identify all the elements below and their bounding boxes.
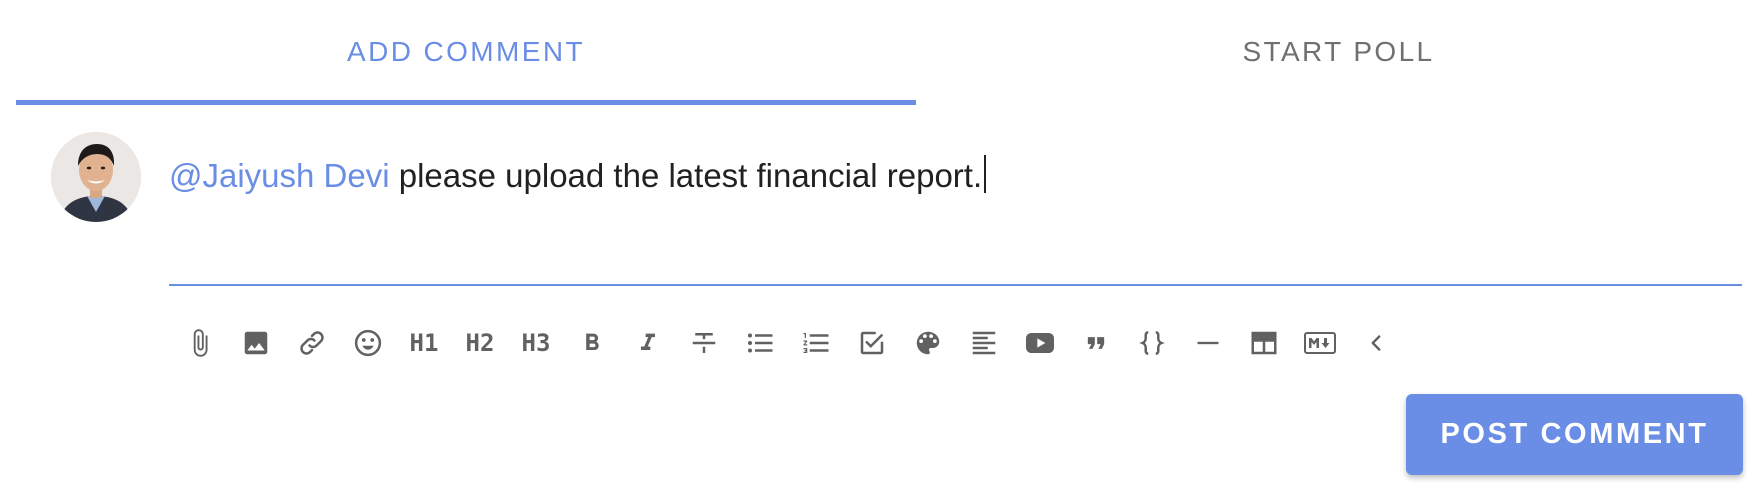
- input-underline: [169, 284, 1742, 286]
- heading-1-button[interactable]: H1: [393, 312, 455, 374]
- heading-1-icon: H1: [409, 329, 439, 357]
- heading-2-button[interactable]: H2: [449, 312, 511, 374]
- collapse-toolbar-button[interactable]: [1345, 312, 1407, 374]
- color-palette-icon: [916, 331, 940, 355]
- italic-icon: [641, 333, 655, 350]
- horizontal-rule-icon: [1197, 341, 1219, 345]
- image-button[interactable]: [225, 312, 287, 374]
- user-mention[interactable]: @Jaiyush Devi: [169, 157, 390, 194]
- code-braces-icon: [1139, 331, 1165, 355]
- youtube-icon: [1026, 333, 1054, 353]
- align-left-icon: [972, 331, 996, 355]
- bold-icon: [586, 333, 599, 350]
- strikethrough-button[interactable]: [673, 312, 735, 374]
- table-button[interactable]: [1233, 312, 1295, 374]
- bold-button[interactable]: [561, 312, 623, 374]
- active-tab-indicator: [16, 100, 916, 105]
- tab-start-poll[interactable]: START POLL: [916, 0, 1761, 106]
- checklist-icon: [860, 331, 884, 355]
- strikethrough-icon: [692, 333, 716, 353]
- table-icon: [1251, 331, 1277, 355]
- color-palette-button[interactable]: [897, 312, 959, 374]
- quote-icon: [1087, 337, 1105, 349]
- checklist-button[interactable]: [841, 312, 903, 374]
- image-icon: [244, 331, 268, 355]
- quote-button[interactable]: [1065, 312, 1127, 374]
- bulleted-list-icon: [748, 333, 773, 353]
- collapse-chevron-icon: [1371, 335, 1381, 351]
- attach-button[interactable]: [169, 312, 231, 374]
- emoji-button[interactable]: [337, 312, 399, 374]
- align-left-button[interactable]: [953, 312, 1015, 374]
- comment-body-text: please upload the latest financial repor…: [389, 157, 983, 194]
- bulleted-list-button[interactable]: [729, 312, 791, 374]
- italic-button[interactable]: [617, 312, 679, 374]
- heading-2-icon: H2: [465, 329, 495, 357]
- attach-icon: [193, 329, 208, 357]
- comment-input[interactable]: @Jaiyush Devi please upload the latest f…: [169, 150, 987, 202]
- link-button[interactable]: [281, 312, 343, 374]
- post-comment-button[interactable]: POST COMMENT: [1406, 394, 1743, 475]
- markdown-button[interactable]: [1289, 312, 1351, 374]
- tab-add-comment[interactable]: ADD COMMENT: [16, 0, 916, 106]
- text-caret: [984, 155, 987, 193]
- heading-3-icon: H3: [521, 329, 551, 357]
- numbered-list-icon: [803, 333, 829, 353]
- markdown-icon: [1304, 332, 1336, 354]
- user-avatar: [51, 132, 141, 222]
- code-button[interactable]: [1121, 312, 1183, 374]
- avatar-image: [51, 132, 141, 222]
- numbered-list-button[interactable]: [785, 312, 847, 374]
- horizontal-rule-button[interactable]: [1177, 312, 1239, 374]
- youtube-button[interactable]: [1009, 312, 1071, 374]
- comment-tabs: ADD COMMENT START POLL: [16, 0, 1761, 106]
- link-icon: [300, 331, 324, 355]
- emoji-icon: [354, 329, 382, 357]
- heading-3-button[interactable]: H3: [505, 312, 567, 374]
